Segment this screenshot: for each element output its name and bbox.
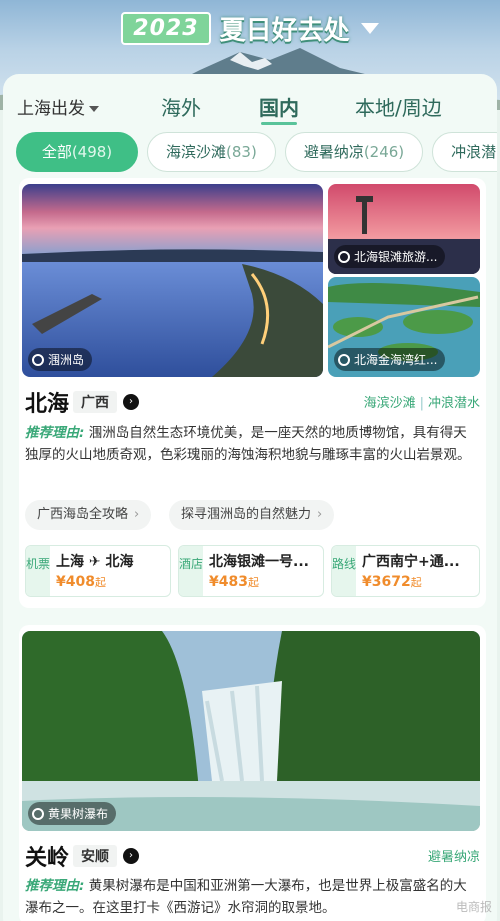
chip-label: 海滨沙滩 (166, 143, 227, 161)
recommend-reason: 推荐理由: 涠洲岛自然生态环境优美，是一座天然的地质博物馆，具有得天独厚的火山地… (25, 422, 477, 466)
deal-kind: 路线 (332, 546, 356, 596)
destination-tags: 避暑纳凉 (428, 846, 480, 865)
tag-separator: | (419, 396, 424, 411)
filter-chip-surfing[interactable]: 冲浪潜 (432, 132, 497, 172)
watermark: 电商报 (455, 900, 492, 914)
destination-card[interactable]: 黄果树瀑布 关岭 安顺 › 避暑纳凉 推荐理由: 黄果树瀑布是中国和亚洲第一大瀑布，… (19, 625, 486, 921)
deal-card-route[interactable]: 路线 广西南宁+通... ¥3672起 (331, 545, 480, 597)
filter-chip-beach[interactable]: 海滨沙滩(83) (147, 132, 276, 172)
chevron-right-icon: › (134, 507, 140, 522)
destination-photo[interactable]: 涠洲岛 (22, 184, 323, 377)
filter-chip-all[interactable]: 全部(498) (16, 132, 138, 172)
year-badge: 2023 (121, 12, 211, 45)
price-suffix: 起 (410, 576, 422, 589)
reason-text: 黄果树瀑布是中国和亚洲第一大瀑布，也是世界上极富盛名的大瀑布之一。在这里打卡《西… (25, 878, 467, 916)
chevron-right-icon[interactable]: › (123, 848, 140, 864)
destination-photo[interactable]: 北海金海湾红... (328, 277, 480, 377)
tag[interactable]: 海滨沙滩 (364, 396, 416, 411)
tab-local[interactable]: 本地/周边 (355, 92, 442, 121)
photo-caption: 北海金海湾红... (334, 348, 446, 371)
location-pin-icon (338, 354, 350, 366)
hero-heading: 夏日好去处 (219, 16, 350, 46)
deal-price: ¥408 (56, 574, 95, 590)
price-suffix: 起 (94, 576, 106, 589)
caption-text: 黄果树瀑布 (48, 807, 109, 821)
reason-label: 推荐理由: (25, 425, 85, 441)
deal-name: 广西南宁+通... (362, 554, 460, 570)
deal-name: 上海 ✈ 北海 (56, 554, 134, 570)
guide-link-label: 广西海岛全攻略 (37, 507, 129, 522)
province-badge: 安顺 (73, 845, 118, 867)
photo-caption: 黄果树瀑布 (28, 802, 117, 825)
destination-title-row: 北海 广西 › 海滨沙滩 | 冲浪潜水 (25, 386, 480, 418)
caption-text: 北海银滩旅游... (354, 250, 438, 264)
chip-label: 避暑纳凉 (303, 143, 364, 161)
departure-label: 上海出发 (17, 99, 85, 119)
reason-label: 推荐理由: (25, 878, 85, 894)
location-pin-icon (32, 808, 44, 820)
deal-kind: 酒店 (179, 546, 203, 596)
destination-tags: 海滨沙滩 | 冲浪潜水 (364, 392, 480, 411)
deal-kind: 机票 (26, 546, 50, 596)
destination-card[interactable]: 涠洲岛 北海银滩旅游... 北海金海湾红... 北海 广西 › 海滨沙滩 | 冲浪潜水 (19, 178, 486, 608)
departure-selector[interactable]: 上海出发 (17, 94, 99, 119)
caption-text: 涠洲岛 (48, 353, 85, 367)
city-name[interactable]: 关岭 (25, 840, 69, 872)
chip-count: (83) (226, 143, 257, 161)
guide-link[interactable]: 广西海岛全攻略 › (25, 500, 152, 530)
deal-price: ¥3672 (362, 574, 411, 590)
caret-down-icon[interactable] (360, 23, 379, 34)
chevron-right-icon: › (317, 507, 323, 522)
chip-label: 冲浪潜 (451, 143, 497, 161)
chip-count: (498) (71, 143, 113, 161)
deal-card-hotel[interactable]: 酒店 北海银滩一号... ¥483起 (178, 545, 324, 597)
deal-card-flight[interactable]: 机票 上海 ✈ 北海 ¥408起 (25, 545, 171, 597)
location-pin-icon (32, 354, 44, 366)
guide-link-label: 探寻涠洲岛的自然魅力 (181, 507, 312, 522)
destination-title-row: 关岭 安顺 › 避暑纳凉 (25, 840, 480, 872)
price-suffix: 起 (247, 576, 259, 589)
chevron-right-icon[interactable]: › (123, 394, 140, 410)
province-badge: 广西 (73, 391, 118, 413)
location-pin-icon (338, 251, 350, 263)
deal-name: 北海银滩一号... (209, 554, 309, 570)
reason-text: 涠洲岛自然生态环境优美，是一座天然的地质博物馆，具有得天独厚的火山地质奇观，色彩… (25, 425, 471, 463)
guide-link[interactable]: 探寻涠洲岛的自然魅力 › (169, 500, 335, 530)
tag[interactable]: 冲浪潜水 (428, 396, 480, 411)
recommend-reason: 推荐理由: 黄果树瀑布是中国和亚洲第一大瀑布，也是世界上极富盛名的大瀑布之一。在… (25, 875, 477, 919)
chip-label: 全部 (41, 143, 72, 161)
category-filters: 全部(498) 海滨沙滩(83) 避暑纳凉(246) 冲浪潜 (16, 132, 497, 172)
caret-down-icon (89, 106, 99, 112)
hero-title[interactable]: 2023 夏日好去处 (0, 10, 500, 47)
deal-price: ¥483 (209, 574, 248, 590)
waterfall-image (22, 631, 480, 831)
tab-domestic[interactable]: 国内 (259, 92, 299, 125)
chip-count: (246) (363, 143, 405, 161)
photo-caption: 涠洲岛 (28, 348, 93, 371)
photo-caption: 北海银滩旅游... (334, 245, 446, 268)
city-name[interactable]: 北海 (25, 386, 69, 418)
caption-text: 北海金海湾红... (354, 353, 438, 367)
tab-overseas[interactable]: 海外 (161, 92, 201, 121)
destination-photo[interactable]: 北海银滩旅游... (328, 184, 480, 274)
destination-photo[interactable]: 黄果树瀑布 (22, 631, 480, 831)
filter-chip-summer-retreat[interactable]: 避暑纳凉(246) (284, 132, 424, 172)
region-nav: 上海出发 海外 国内 本地/周边 (3, 92, 497, 125)
tag[interactable]: 避暑纳凉 (428, 850, 480, 865)
